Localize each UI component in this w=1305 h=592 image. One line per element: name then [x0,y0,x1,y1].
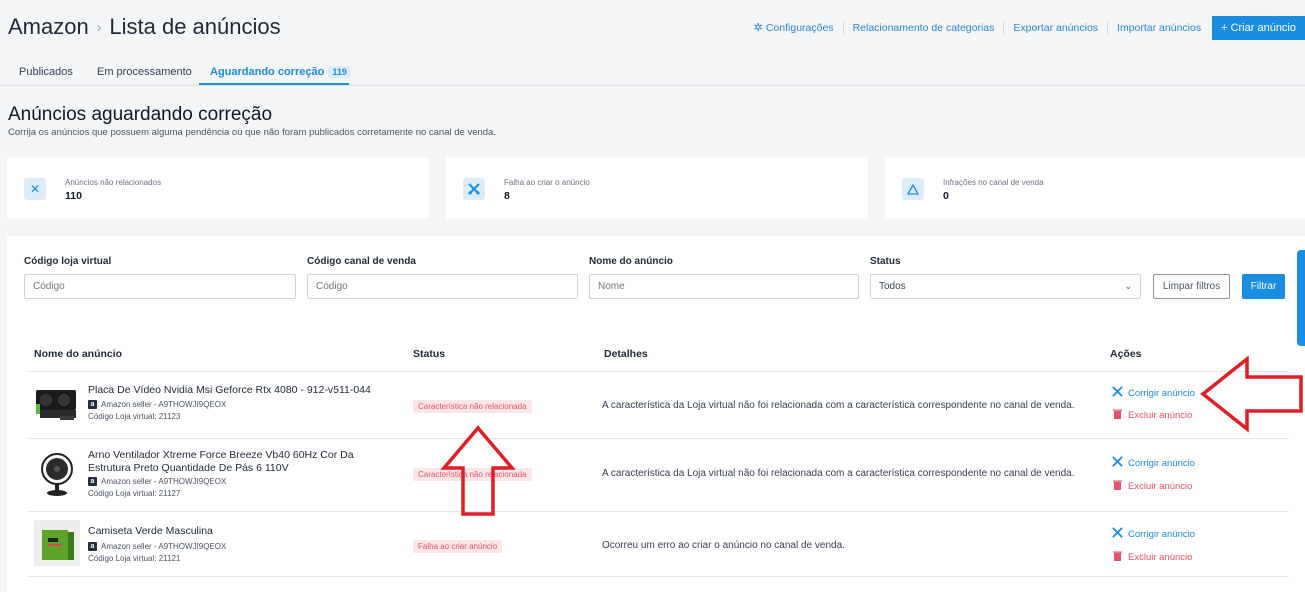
card-value: 0 [943,190,949,202]
store-code: Código Loja virtual: 21121 [88,554,181,563]
listing-panel: Código loja virtual Código canal de vend… [7,236,1305,592]
seller-text: Amazon seller - A9THOWJI9QEOX [101,477,227,486]
warning-icon [902,178,924,200]
card-label: Anúncios não relacionados [65,178,162,187]
trash-icon [1111,480,1123,493]
delete-ad-label: Excluir anúncio [1128,481,1193,492]
seller-info: a Amazon seller - A9THOWJI9QEOX [88,400,226,409]
product-image-fan [34,451,80,497]
create-ad-button[interactable]: + Criar anúncio [1212,16,1305,40]
close-icon: ✕ [24,178,46,200]
delete-ad-label: Excluir anúncio [1128,552,1193,563]
amazon-logo-icon: a [88,542,97,551]
column-header-details: Detalhes [604,348,648,360]
tab-awaiting-label: Aguardando correção [210,66,325,78]
section-title: Anúncios aguardando correção [8,104,273,125]
card-value: 110 [65,190,82,202]
tools-icon [1111,386,1123,400]
fix-ad-button[interactable]: Corrigir anúncio [1111,456,1195,470]
status-badge: Característica não relacionada [413,400,532,413]
chevron-down-icon: ⌄ [1124,281,1132,291]
status-badge: Falha ao criar anúncio [413,540,503,553]
store-code-input[interactable] [24,274,296,299]
table-row: Arno Ventilador Xtreme Force Breeze Vb40… [7,439,1305,511]
summary-card-infractions[interactable]: Infrações no canal de venda 0 [885,157,1305,219]
channel-code-input[interactable] [307,274,578,299]
status-select-value: Todos [879,281,906,292]
product-name[interactable]: Camiseta Verde Masculina [88,525,388,538]
fix-ad-label: Corrigir anúncio [1128,387,1196,399]
delete-ad-label: Excluir anúncio [1128,410,1193,421]
tab-awaiting-correction[interactable]: Aguardando correção 119 [210,66,351,78]
breadcrumb: Amazon › Lista de anúncios [8,14,281,40]
fix-ad-label: Corrigir anúncio [1128,457,1196,469]
delete-ad-button[interactable]: Excluir anúncio [1111,409,1192,422]
amazon-logo-icon: a [88,400,97,409]
table-row: Placa De Vídeo Nvidia Msi Geforce Rtx 40… [7,372,1305,438]
page-title-header: Lista de anúncios [109,14,281,39]
store-code-label: Código loja virtual [24,256,112,267]
status-filter-label: Status [870,256,901,267]
seller-text: Amazon seller - A9THOWJI9QEOX [101,400,227,409]
fix-ad-label: Corrigir anúncio [1128,528,1196,540]
clear-filters-button[interactable]: Limpar filtros [1153,274,1230,299]
seller-text: Amazon seller - A9THOWJI9QEOX [101,542,227,551]
breadcrumb-app[interactable]: Amazon [8,14,89,40]
store-code: Código Loja virtual: 21127 [88,489,181,498]
export-link[interactable]: Exportar anúncios [1004,21,1109,35]
column-header-name: Nome do anúncio [34,348,123,360]
breadcrumb-separator: › [96,19,102,35]
top-bar: Amazon › Lista de anúncios ✲ Configuraçõe… [0,0,1305,58]
product-name[interactable]: Arno Ventilador Xtreme Force Breeze Vb40… [88,449,388,475]
settings-link[interactable]: ✲ Configurações [745,21,844,35]
tools-icon [1111,456,1123,470]
import-link[interactable]: Importar anúncios [1108,21,1210,35]
header-actions: ✲ Configurações Relacionamento de categor… [745,16,1305,40]
tab-published[interactable]: Publicados [19,66,73,78]
filter-button[interactable]: Filtrar [1242,274,1285,299]
status-badge: Característica não relacionada [413,468,532,481]
active-tab-indicator [199,83,349,85]
awaiting-count-badge: 119 [328,66,351,78]
status-select[interactable]: Todos ⌄ [870,274,1141,299]
summary-card-creation-failure[interactable]: Falha ao criar o anúncio 8 [446,157,868,219]
card-value: 8 [504,190,510,202]
tools-icon [1111,527,1123,541]
card-label: Infrações no canal de venda [943,178,1044,187]
detail-text: A característica da Loja virtual não foi… [602,400,1075,411]
tab-processing[interactable]: Em processamento [97,66,192,78]
ad-name-label: Nome do anúncio [589,256,673,267]
ad-name-input[interactable] [589,274,859,299]
detail-text: Ocorreu um erro ao criar o anúncio no ca… [602,540,845,551]
channel-code-label: Código canal de venda [307,256,416,267]
trash-icon [1111,551,1123,564]
section-subtitle: Corrija os anúncios que possuem alguma p… [8,127,496,138]
seller-info: a Amazon seller - A9THOWJI9QEOX [88,542,226,551]
summary-card-unrelated[interactable]: ✕ Anúncios não relacionados 110 [7,157,429,219]
tabs-bar: Publicados Em processamento Aguardando c… [0,58,1305,86]
card-label: Falha ao criar o anúncio [504,178,590,187]
product-image-shirt-box [34,520,80,566]
product-name[interactable]: Placa De Vídeo Nvidia Msi Geforce Rtx 40… [88,384,388,397]
detail-text: A característica da Loja virtual não foi… [602,468,1075,479]
amazon-logo-icon: a [88,477,97,486]
category-relation-link[interactable]: Relacionamento de categorias [844,21,1005,35]
fix-ad-button[interactable]: Corrigir anúncio [1111,386,1195,400]
fix-ad-button[interactable]: Corrigir anúncio [1111,527,1195,541]
tools-icon [463,178,485,200]
column-header-status: Status [413,348,446,360]
table-row: Camiseta Verde Masculina a Amazon seller … [7,512,1305,576]
product-image-gpu [34,380,80,426]
trash-icon [1111,409,1123,422]
column-header-actions: Ações [1110,348,1142,360]
settings-label: Configurações [765,22,834,34]
seller-info: a Amazon seller - A9THOWJI9QEOX [88,477,226,486]
delete-ad-button[interactable]: Excluir anúncio [1111,480,1192,493]
store-code: Código Loja virtual: 21123 [88,412,181,421]
gear-icon: ✲ [753,22,763,34]
side-feedback-tab[interactable] [1297,250,1305,346]
row-divider [27,576,1289,577]
delete-ad-button[interactable]: Excluir anúncio [1111,551,1192,564]
